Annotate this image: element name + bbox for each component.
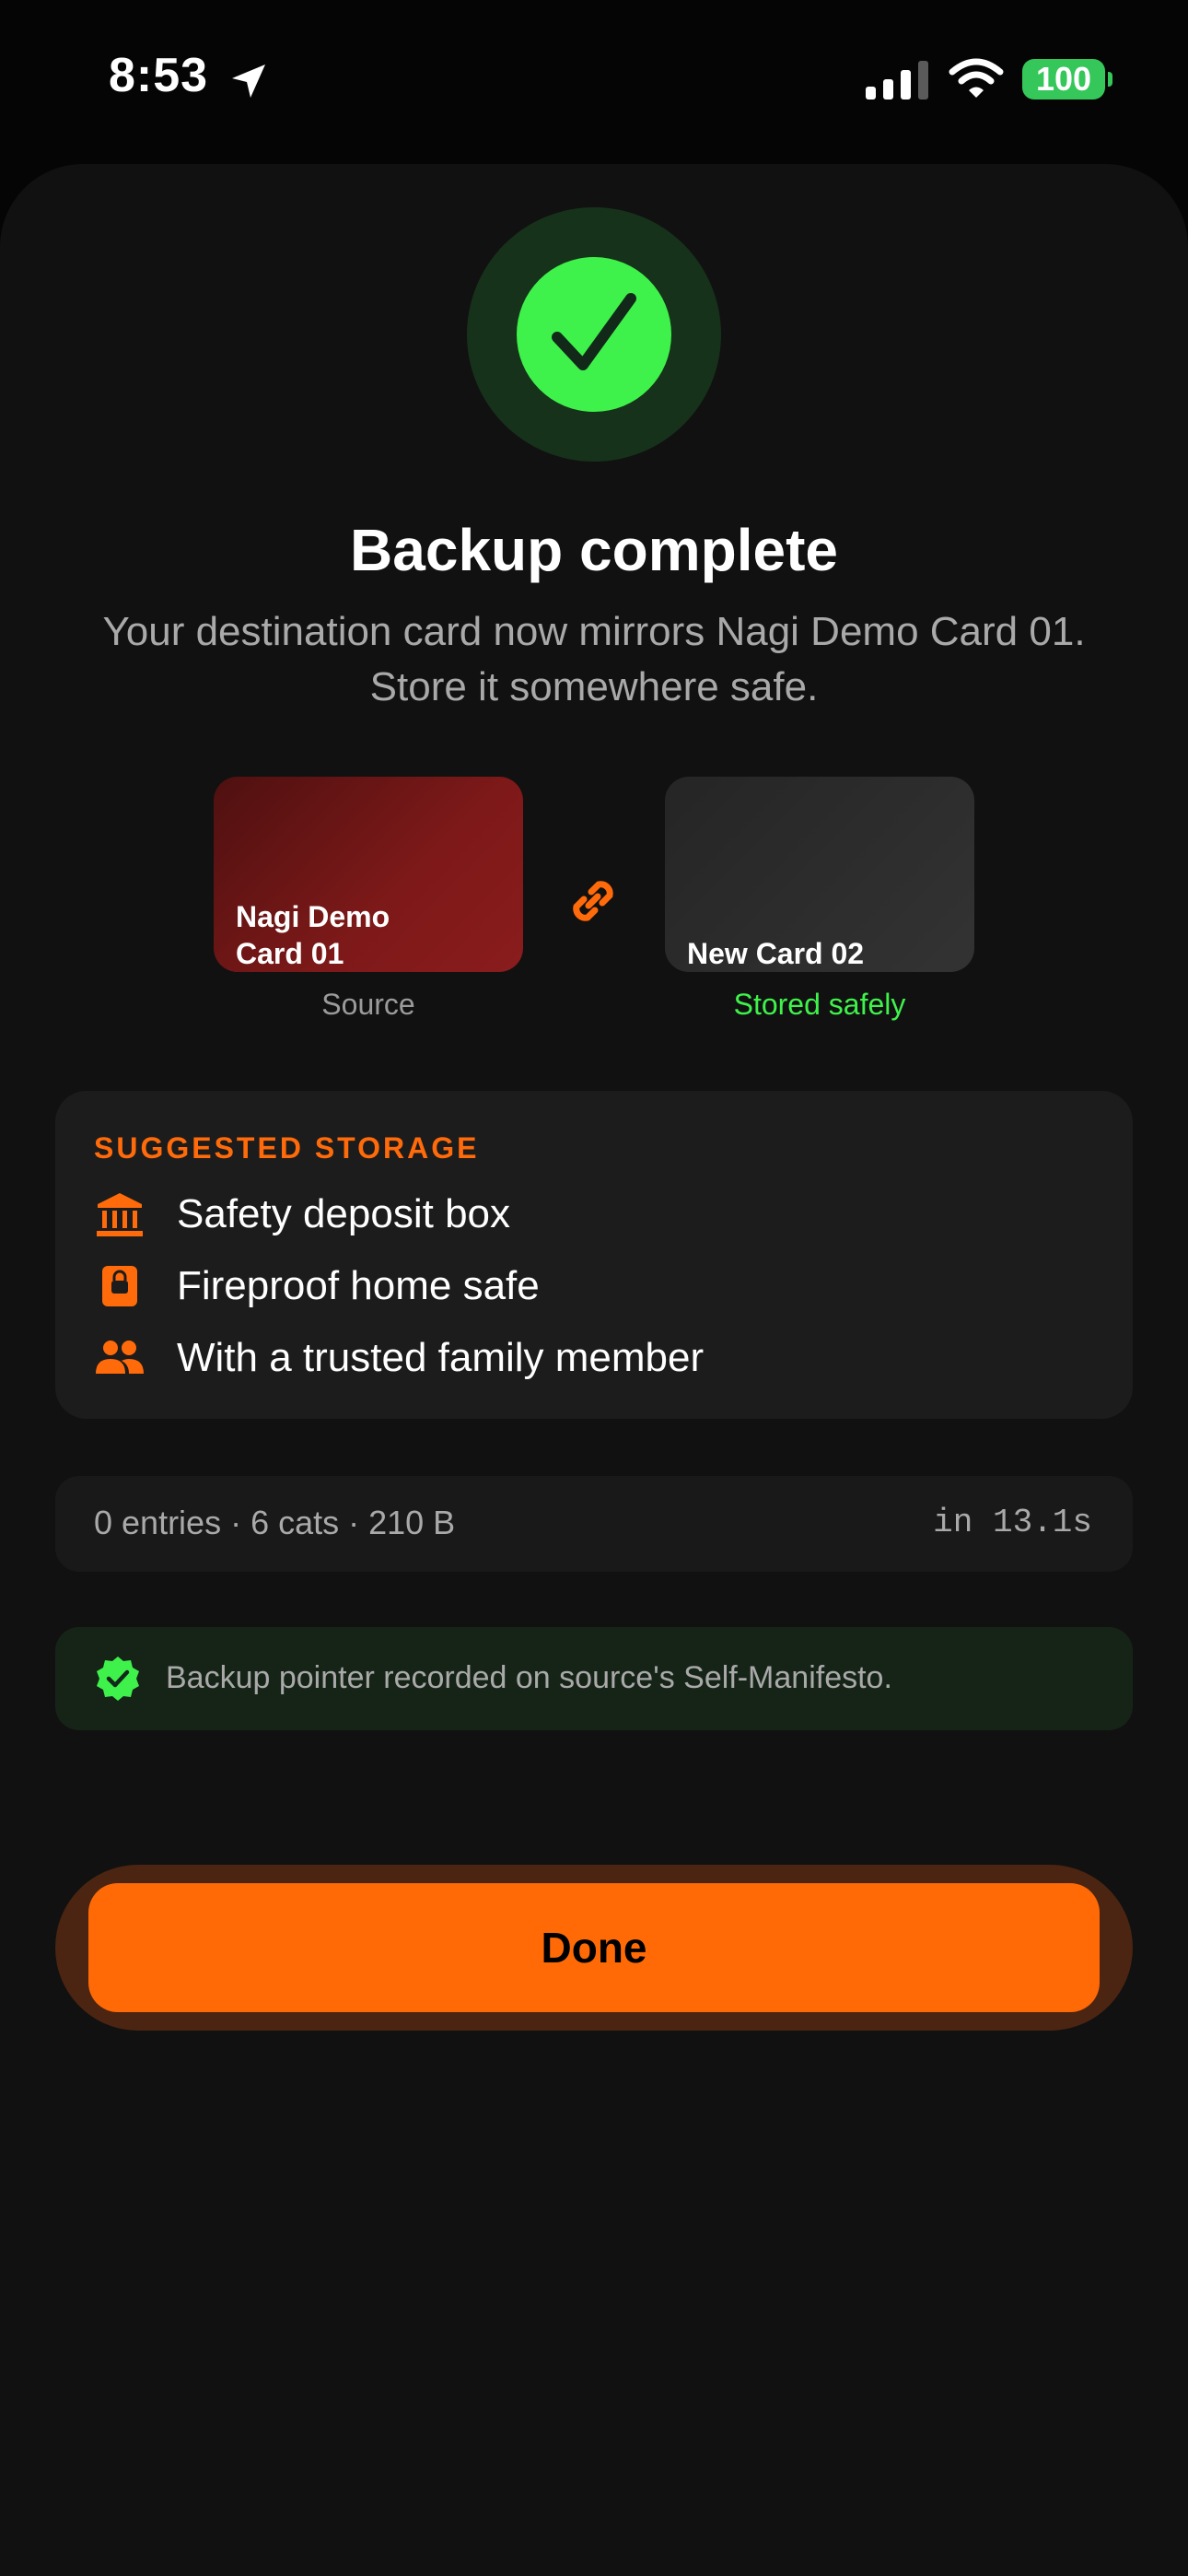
page-title: Backup complete [350, 517, 838, 583]
destination-caption: Stored safely [733, 988, 906, 1021]
bank-icon [97, 1193, 143, 1236]
destination-card: New Card 02 [665, 777, 974, 972]
wifi-icon [949, 58, 1004, 98]
link-icon [573, 881, 613, 921]
source-caption: Source [321, 988, 415, 1021]
checkmark-icon [552, 293, 636, 370]
storage-item: Safety deposit box [94, 1187, 510, 1242]
stats-summary: 0 entries · 6 cats · 210 B [94, 1504, 456, 1541]
storage-item: With a trusted family member [94, 1330, 704, 1386]
screen: 8:53 100 Backup complete Your destinatio… [0, 0, 1188, 2576]
storage-heading: SUGGESTED STORAGE [94, 1131, 480, 1165]
stats-duration: in 13.1s [933, 1504, 1092, 1541]
status-time: 8:53 [109, 49, 209, 102]
people-icon [96, 1341, 144, 1374]
battery-icon [1108, 72, 1112, 87]
lock-icon [102, 1266, 137, 1306]
storage-item-label: Safety deposit box [177, 1191, 511, 1236]
suggested-storage-panel: SUGGESTED STORAGE Safety deposit box Fir… [55, 1091, 1133, 1419]
storage-item-label: With a trusted family member [177, 1335, 705, 1380]
storage-item: Fireproof home safe [94, 1259, 540, 1314]
notice-text: Backup pointer recorded on source's Self… [166, 1660, 892, 1695]
source-card-name: Nagi Demo Card 01 [236, 900, 390, 970]
page-subtitle: Your destination card now mirrors Nagi D… [102, 609, 1086, 709]
battery-indicator: 100 [1022, 59, 1105, 100]
verified-badge-icon [97, 1657, 139, 1701]
done-button[interactable]: Done [88, 1883, 1100, 2012]
manifesto-notice: Backup pointer recorded on source's Self… [55, 1627, 1133, 1730]
destination-card-name: New Card 02 [687, 937, 865, 970]
storage-item-label: Fireproof home safe [177, 1263, 540, 1308]
cellular-signal-icon [866, 61, 928, 100]
location-arrow-icon [232, 64, 265, 98]
source-card: Nagi Demo Card 01 [214, 777, 523, 972]
backup-stats: 0 entries · 6 cats · 210 B in 13.1s [55, 1476, 1133, 1572]
